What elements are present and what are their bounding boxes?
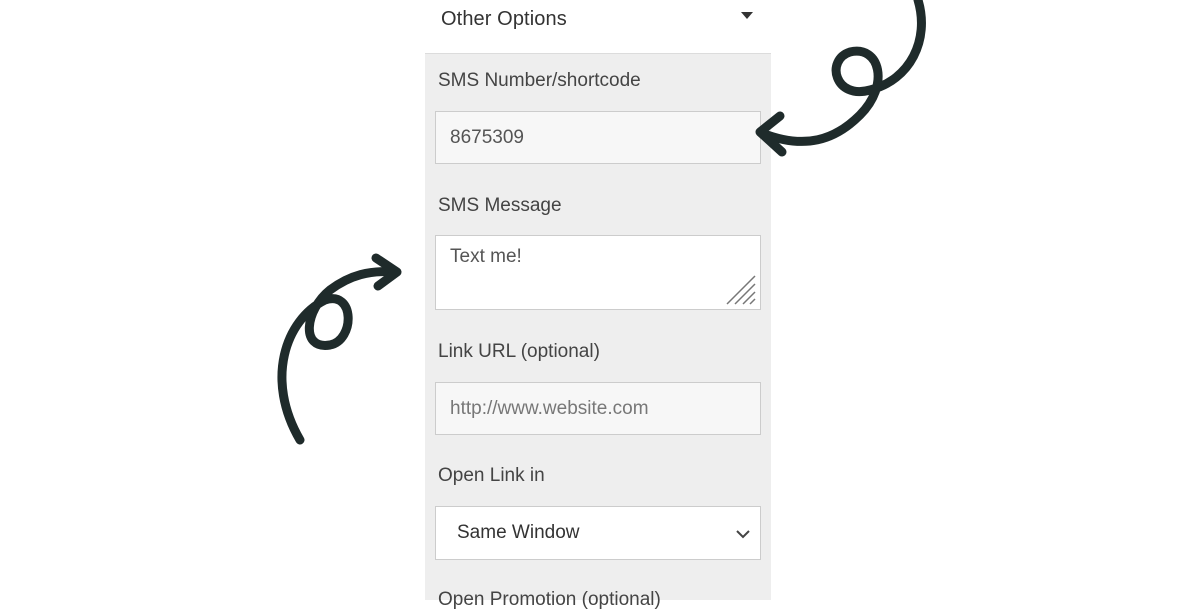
sms-number-input[interactable]: 8675309 <box>435 111 761 164</box>
curly-arrow-left-icon <box>277 253 402 445</box>
options-panel: SMS Number/shortcode 8675309 SMS Message… <box>425 54 771 610</box>
link-url-input[interactable]: http://www.website.com <box>435 382 761 435</box>
open-link-selected: Same Window <box>457 522 580 543</box>
other-options-header[interactable]: Other Options <box>425 0 771 54</box>
section-title: Other Options <box>441 8 567 30</box>
open-link-label: Open Link in <box>438 465 545 486</box>
curly-arrow-right-icon <box>755 0 926 157</box>
sms-message-value: Text me! <box>450 246 522 267</box>
link-url-label: Link URL (optional) <box>438 341 600 362</box>
open-promotion-label: Open Promotion (optional) <box>438 589 661 610</box>
chevron-down-icon <box>736 530 750 539</box>
sms-message-textarea[interactable]: Text me! <box>435 235 761 310</box>
resize-handle-icon[interactable] <box>725 274 757 306</box>
sms-number-value: 8675309 <box>450 127 524 148</box>
sms-number-label: SMS Number/shortcode <box>438 70 641 91</box>
open-link-select[interactable]: Same Window <box>435 506 761 560</box>
link-url-placeholder: http://www.website.com <box>450 398 649 419</box>
sms-message-label: SMS Message <box>438 195 562 216</box>
